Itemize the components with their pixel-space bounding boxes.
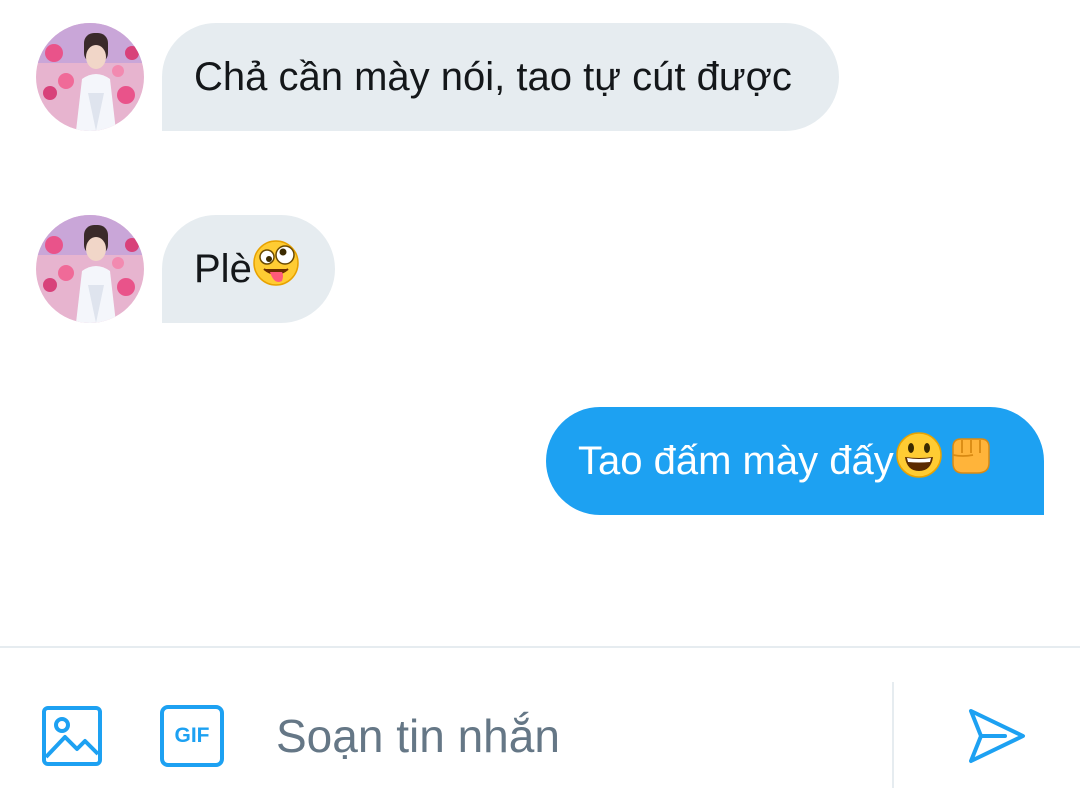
grinning-face-emoji-icon — [894, 431, 944, 490]
dm-conversation-screen: Chả cần mày nói, tao tự cút được Plè Tao… — [0, 0, 1080, 788]
gif-button[interactable]: GIF — [160, 704, 224, 768]
image-upload-button[interactable] — [40, 704, 104, 768]
message-bubble-incoming[interactable]: Plè — [162, 215, 335, 323]
message-thread[interactable]: Chả cần mày nói, tao tự cút được Plè Tao… — [0, 0, 1080, 646]
send-button[interactable] — [962, 702, 1030, 770]
image-icon — [42, 706, 102, 766]
message-input[interactable] — [276, 706, 856, 766]
message-text: Chả cần mày nói, tao tự cút được — [194, 55, 792, 99]
send-icon — [969, 709, 1025, 763]
message-bubble-outgoing[interactable]: Tao đấm mày đấy — [546, 407, 1044, 515]
message-bubble-incoming[interactable]: Chả cần mày nói, tao tự cút được — [162, 23, 839, 131]
oncoming-fist-emoji-icon — [944, 431, 994, 490]
composer-divider — [892, 682, 894, 788]
gif-label: GIF — [174, 724, 210, 747]
avatar[interactable] — [36, 23, 144, 131]
avatar[interactable] — [36, 215, 144, 323]
zany-face-emoji-icon — [252, 239, 300, 298]
message-composer: GIF — [0, 646, 1080, 788]
message-text: Tao đấm mày đấy — [578, 439, 894, 484]
message-text: Plè — [194, 247, 252, 292]
